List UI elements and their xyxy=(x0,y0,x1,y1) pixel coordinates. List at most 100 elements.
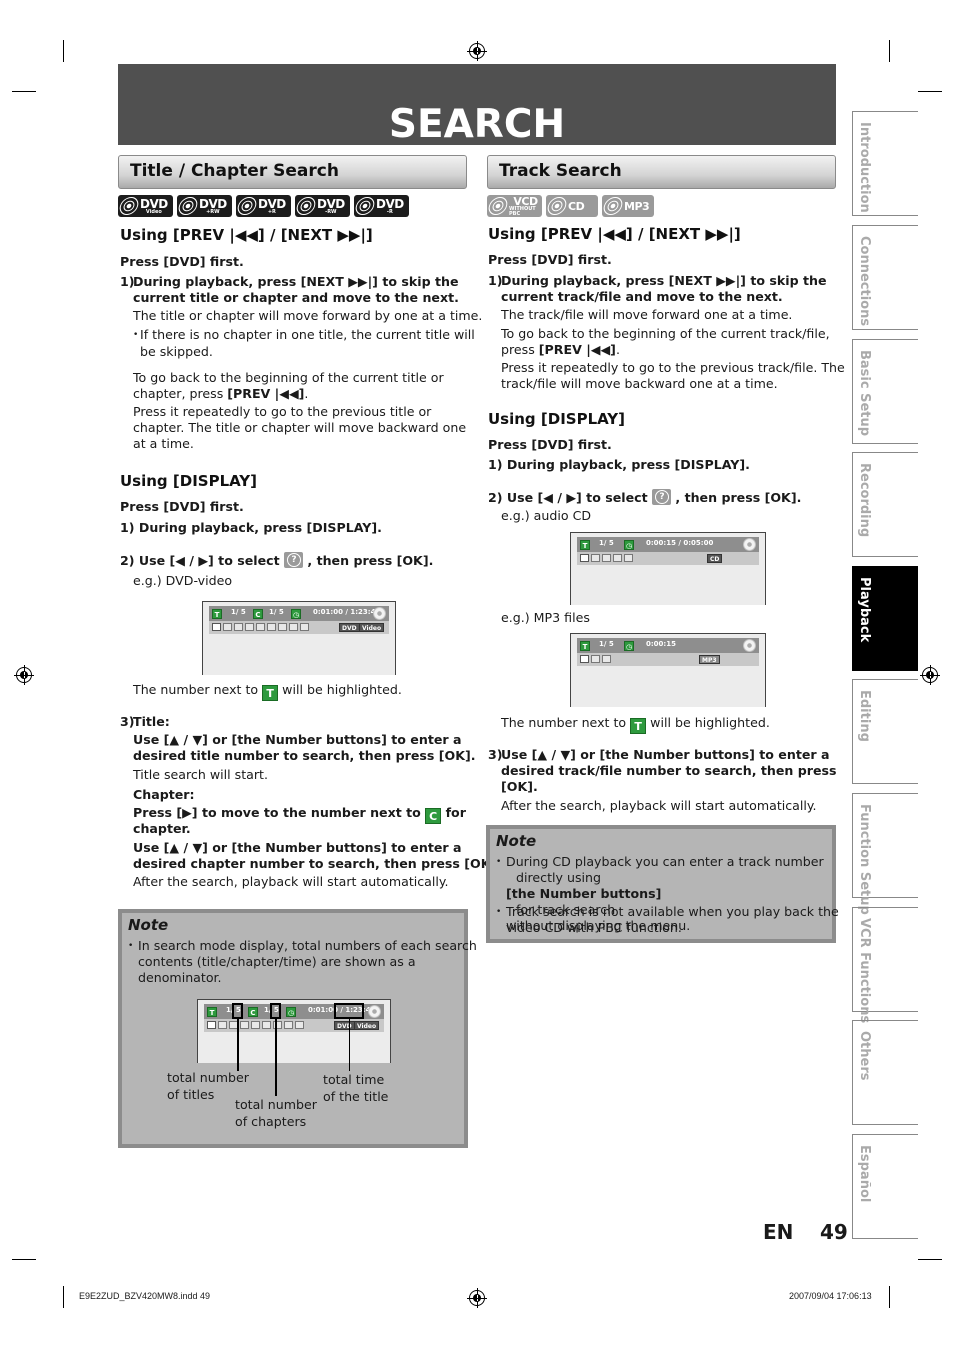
registration-mark-icon xyxy=(467,1288,487,1308)
step-3-text: Use [▲ / ▼] or [the Number buttons] to e… xyxy=(133,840,462,855)
annotation-line xyxy=(349,1019,350,1071)
note-item: Track search is not available when you p… xyxy=(496,904,839,936)
note-title: Note xyxy=(496,832,537,850)
chapter-badge: C xyxy=(253,609,263,619)
repeat-icon xyxy=(602,554,611,562)
zoom-icon xyxy=(284,1021,293,1029)
surround-icon xyxy=(295,1021,304,1029)
prevnext-heading: Using [PREV |◀◀] / [NEXT ▶▶|] xyxy=(488,225,741,243)
clock-icon: ◷ xyxy=(624,641,634,651)
body-text: chapter. The title or chapter will move … xyxy=(133,420,467,435)
bullet-text: If there is no chapter in one title, the… xyxy=(140,327,475,342)
disc-type-icons: VCD WITHOUT PBC CD MP3 xyxy=(486,195,654,217)
track-counter: 1/ 5 xyxy=(599,640,614,648)
osd-tag: Video xyxy=(359,623,385,632)
repeat-icon xyxy=(591,655,600,663)
step-3-text: Use [▲ / ▼] or [the Number buttons] to e… xyxy=(501,747,830,762)
osd-tag: DVD xyxy=(339,623,360,632)
side-tab-espanol[interactable]: Español xyxy=(852,1134,918,1239)
side-tab-basic-setup[interactable]: Basic Setup xyxy=(852,339,918,444)
osd-menu-bar: DVD Video xyxy=(209,621,389,634)
side-tab-connections[interactable]: Connections xyxy=(852,225,918,330)
osd-display-mp3: T 1/ 5 ◷ 0:00:15 MP3 xyxy=(570,633,766,707)
body-text: at a time. xyxy=(133,436,194,451)
body-text: The title or chapter will move forward b… xyxy=(133,308,483,323)
crop-mark xyxy=(918,91,942,92)
surround-icon xyxy=(624,554,633,562)
chapter-badge: C xyxy=(248,1007,258,1017)
osd-info-bar: T 1/ 5 C 1/ 5 ◷ 0:01:00 / 1:23:45 xyxy=(209,606,389,621)
title-badge: T xyxy=(262,685,279,701)
note-item: In search mode display, total numbers of… xyxy=(128,938,477,986)
crop-mark xyxy=(12,91,36,92)
track-badge: T xyxy=(630,718,647,734)
press-dvd-first: Press [DVD] first. xyxy=(488,437,612,452)
step-3-text: chapter. xyxy=(133,821,191,836)
time-readout: 0:01:00 / 1:23:45 xyxy=(313,608,381,616)
clock-icon: ◷ xyxy=(624,540,634,550)
marker-icon xyxy=(262,1021,271,1029)
side-tab-vcr-functions[interactable]: VCR Functions xyxy=(852,907,918,1023)
osd-display-dvd: T 1/ 5 C 1/ 5 ◷ 0:01:00 / 1:23:45 DVD Vi… xyxy=(202,601,396,675)
chapter-counter: 1/ 5 xyxy=(269,608,284,616)
angle-icon xyxy=(240,1021,249,1029)
step-1-text: 1) During playback, press [DISPLAY]. xyxy=(488,457,750,472)
side-tab-playback[interactable]: Playback xyxy=(852,566,918,671)
title-badge: T xyxy=(207,1007,217,1017)
annotation-line xyxy=(275,1019,277,1096)
marker-icon xyxy=(267,623,276,631)
disc-type-icons: DVD Video DVD +RW DVD +R DVD -RW DVD -R xyxy=(117,195,409,217)
step-3-text: Use [▲ / ▼] or [the Number buttons] to e… xyxy=(133,732,462,747)
step-3-chapter-label: Chapter: xyxy=(133,787,195,802)
step-1-text: During playback, press [NEXT ▶▶|] to ski… xyxy=(501,273,827,288)
bullet-marker: • xyxy=(133,330,139,340)
annotation-chapters: total number of chapters xyxy=(235,1097,317,1129)
audio-icon xyxy=(218,1021,227,1029)
step-1-text: During playback, press [NEXT ▶▶|] to ski… xyxy=(133,274,459,289)
side-tab-others[interactable]: Others xyxy=(852,1020,918,1125)
language-label: EN xyxy=(763,1220,794,1244)
body-text: After the search, playback will start au… xyxy=(133,874,449,889)
time-readout: 0:00:15 / 0:05:00 xyxy=(646,539,714,547)
dvd-video-disc-icon: DVD Video xyxy=(117,195,173,217)
side-tab-editing[interactable]: Editing xyxy=(852,679,918,784)
clock-icon: ◷ xyxy=(286,1007,296,1017)
dvd-minus-rw-disc-icon: DVD -RW xyxy=(294,195,350,217)
dvd-plus-r-disc-icon: DVD +R xyxy=(235,195,291,217)
body-text: Press it repeatedly to go to the previou… xyxy=(501,360,845,375)
time-readout: 0:00:15 xyxy=(646,640,676,648)
body-text: chapter, press [PREV |◀◀]. xyxy=(133,386,309,401)
title-badge: T xyxy=(212,609,222,619)
registration-mark-icon xyxy=(14,665,34,685)
subtitle-icon xyxy=(234,623,243,631)
osd-menu-bar: MP3 xyxy=(577,653,759,666)
side-tab-introduction[interactable]: Introduction xyxy=(852,111,918,216)
disc-icon xyxy=(743,639,756,652)
body-text: To go back to the beginning of the curre… xyxy=(501,326,830,341)
step-1-text: current track/file and move to the next. xyxy=(501,289,783,304)
side-tab-recording[interactable]: Recording xyxy=(852,452,918,557)
angle-icon xyxy=(245,623,254,631)
search-icon xyxy=(580,554,589,562)
title-counter: 1/ 5 xyxy=(231,608,246,616)
example-label: e.g.) audio CD xyxy=(501,508,592,523)
press-dvd-first: Press [DVD] first. xyxy=(120,499,244,514)
annotation-box-titles xyxy=(232,1003,243,1019)
side-tab-function-setup[interactable]: Function Setup xyxy=(852,793,918,915)
example-label: e.g.) DVD-video xyxy=(133,573,233,588)
mp3-disc-icon: MP3 xyxy=(601,195,654,217)
track-counter: 1/ 5 xyxy=(599,539,614,547)
disc-icon xyxy=(373,607,386,620)
dvd-minus-r-disc-icon: DVD -R xyxy=(353,195,409,217)
annotation-time: total time of the title xyxy=(323,1072,389,1104)
step-1-text: 1) During playback, press [DISPLAY]. xyxy=(120,520,382,535)
crop-mark xyxy=(63,1286,64,1308)
osd-tag: Video xyxy=(354,1021,380,1030)
registration-mark-icon xyxy=(920,665,940,685)
osd-tag: MP3 xyxy=(699,655,720,664)
note-box: Note During CD playback you can enter a … xyxy=(486,825,839,943)
search-mode-icon xyxy=(652,489,672,505)
crop-mark xyxy=(889,40,890,62)
step-2-text: 2) Use [◀ / ▶] to select , then press [O… xyxy=(120,552,433,568)
page-banner: SEARCH xyxy=(118,64,836,147)
